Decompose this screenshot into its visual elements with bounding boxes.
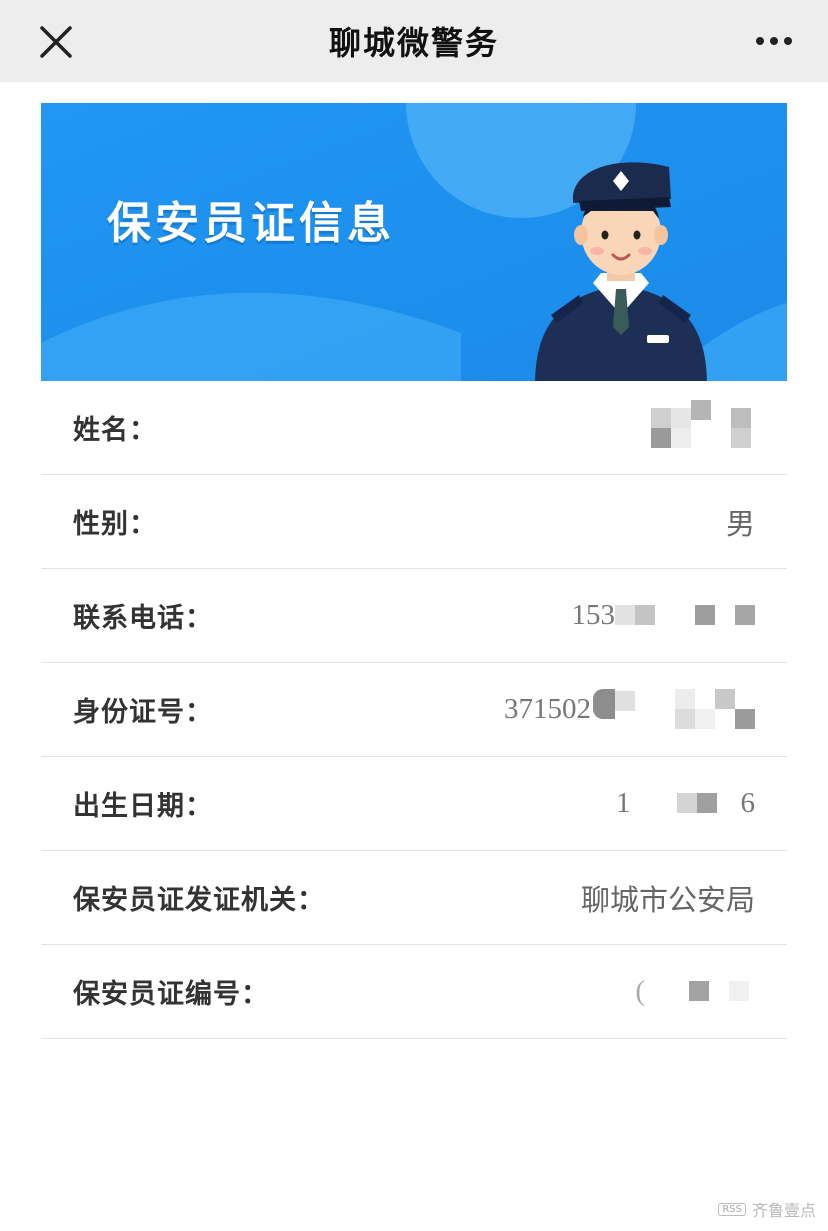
- id-prefix: 371502: [504, 693, 591, 725]
- field-value: (: [635, 963, 755, 1021]
- field-label: 出生日期：: [73, 791, 213, 822]
- field-row-birth-date: 出生日期： 1 6: [41, 757, 787, 851]
- more-horizontal-icon[interactable]: [754, 26, 794, 56]
- field-value: 男: [725, 506, 755, 541]
- field-label: 联系电话：: [73, 603, 213, 634]
- phone-prefix: 153: [571, 599, 616, 631]
- birth-date-start: 1: [616, 787, 631, 819]
- field-value: 聊城市公安局: [580, 882, 755, 917]
- field-label: 姓名：: [73, 415, 157, 446]
- field-row-license-number: 保安员证编号： (: [41, 945, 787, 1039]
- field-label: 保安员证发证机关：: [73, 885, 325, 916]
- watermark-text: 齐鲁壹点: [751, 1201, 816, 1220]
- pixel-mosaic: [615, 604, 755, 645]
- pixel-mosaic: [631, 792, 741, 833]
- name-value-masked: [651, 399, 755, 448]
- birth-date-end: 6: [740, 787, 756, 819]
- pixel-mosaic: [651, 399, 755, 448]
- pixel-mosaic: [591, 688, 755, 735]
- nav-bar: 聊城微警务: [0, 0, 828, 82]
- field-row-issuing-authority: 保安员证发证机关： 聊城市公安局: [41, 851, 787, 945]
- info-list: 姓名： 性别： 男 联系电话： 153 身份证号： 371502 出生日期： 1…: [41, 381, 787, 1039]
- field-label: 身份证号：: [73, 697, 213, 728]
- page-title: 聊城微警务: [328, 24, 499, 62]
- field-value: 371502: [504, 685, 755, 735]
- rss-badge: RSS: [718, 1202, 746, 1216]
- close-icon[interactable]: [36, 22, 76, 62]
- security-guard-avatar: [535, 162, 707, 381]
- field-row-name: 姓名：: [41, 381, 787, 475]
- license-number-prefix: (: [635, 975, 645, 1007]
- field-value: 153: [571, 587, 755, 645]
- field-row-id-number: 身份证号： 371502: [41, 663, 787, 757]
- field-label: 性别：: [73, 509, 157, 540]
- banner-title: 保安员证信息: [107, 198, 395, 249]
- info-banner: 保安员证信息: [41, 103, 787, 381]
- watermark: RSS 齐鲁壹点: [718, 1197, 816, 1221]
- field-row-phone: 联系电话： 153: [41, 569, 787, 663]
- pixel-mosaic: [645, 980, 755, 1021]
- field-value: 1 6: [616, 775, 755, 833]
- field-label: 保安员证编号：: [73, 979, 269, 1010]
- field-row-gender: 性别： 男: [41, 475, 787, 569]
